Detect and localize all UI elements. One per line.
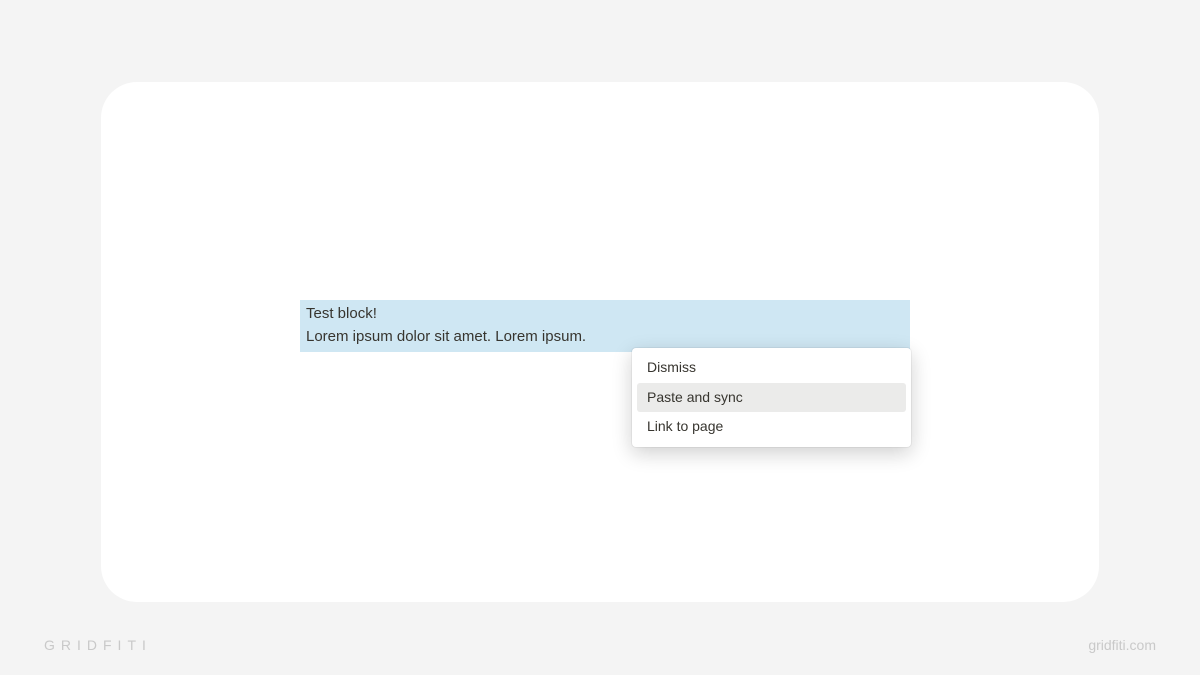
menu-item-paste-and-sync[interactable]: Paste and sync [637, 383, 906, 413]
menu-item-label: Dismiss [647, 359, 696, 375]
selected-text-block[interactable]: Test block! Lorem ipsum dolor sit amet. … [300, 300, 910, 352]
watermark-url: gridfiti.com [1088, 637, 1156, 653]
menu-item-link-to-page[interactable]: Link to page [637, 412, 906, 442]
block-line-2: Lorem ipsum dolor sit amet. Lorem ipsum. [306, 326, 904, 349]
paste-context-menu: Dismiss Paste and sync Link to page [632, 348, 911, 447]
menu-item-label: Link to page [647, 418, 723, 434]
block-line-1: Test block! [306, 303, 904, 326]
watermark-brand: GRIDFITI [44, 637, 152, 653]
menu-item-dismiss[interactable]: Dismiss [637, 353, 906, 383]
menu-item-label: Paste and sync [647, 389, 743, 405]
